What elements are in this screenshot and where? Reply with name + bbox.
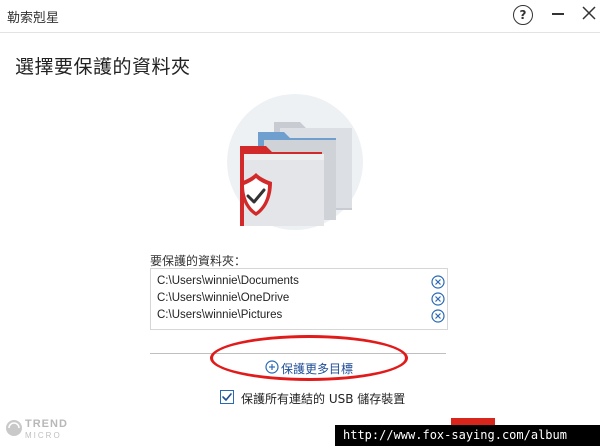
list-item: C:\Users\winnie\Pictures — [151, 307, 447, 325]
protected-folders-list: C:\Users\winnie\Documents C:\Users\winni… — [150, 268, 448, 330]
usb-protection-label: 保護所有連結的 USB 儲存裝置 — [241, 392, 406, 406]
help-icon: ? — [519, 8, 527, 22]
watermark-url: http://www.fox-saying.com/album — [335, 425, 600, 446]
help-button[interactable]: ? — [513, 5, 533, 25]
close-icon — [582, 6, 596, 20]
protected-folders-label: 要保護的資料夾： — [150, 254, 247, 268]
remove-circle-icon — [431, 275, 445, 289]
protected-folders-icon — [227, 94, 363, 230]
folder-path: C:\Users\winnie\OneDrive — [157, 292, 290, 304]
remove-folder-button[interactable] — [431, 275, 445, 289]
checkmark-icon — [222, 393, 232, 401]
title-bar: 勒索剋星 ? — [0, 0, 600, 33]
minimize-button[interactable] — [552, 13, 564, 15]
list-item: C:\Users\winnie\OneDrive — [151, 290, 447, 308]
close-button[interactable] — [582, 6, 596, 20]
brand-name: TREND — [25, 418, 68, 430]
window-title: 勒索剋星 — [7, 11, 60, 26]
remove-circle-icon — [431, 309, 445, 323]
list-item: C:\Users\winnie\Documents — [151, 273, 447, 291]
folder-path: C:\Users\winnie\Pictures — [157, 309, 283, 321]
page-title: 選擇要保護的資料夾 — [15, 56, 191, 78]
remove-folder-button[interactable] — [431, 309, 445, 323]
usb-protection-checkbox[interactable] — [220, 390, 234, 404]
remove-folder-button[interactable] — [431, 292, 445, 306]
brand-subname: MICRO — [25, 431, 62, 440]
highlight-annotation — [210, 335, 408, 381]
folder-path: C:\Users\winnie\Documents — [157, 275, 299, 287]
remove-circle-icon — [431, 292, 445, 306]
